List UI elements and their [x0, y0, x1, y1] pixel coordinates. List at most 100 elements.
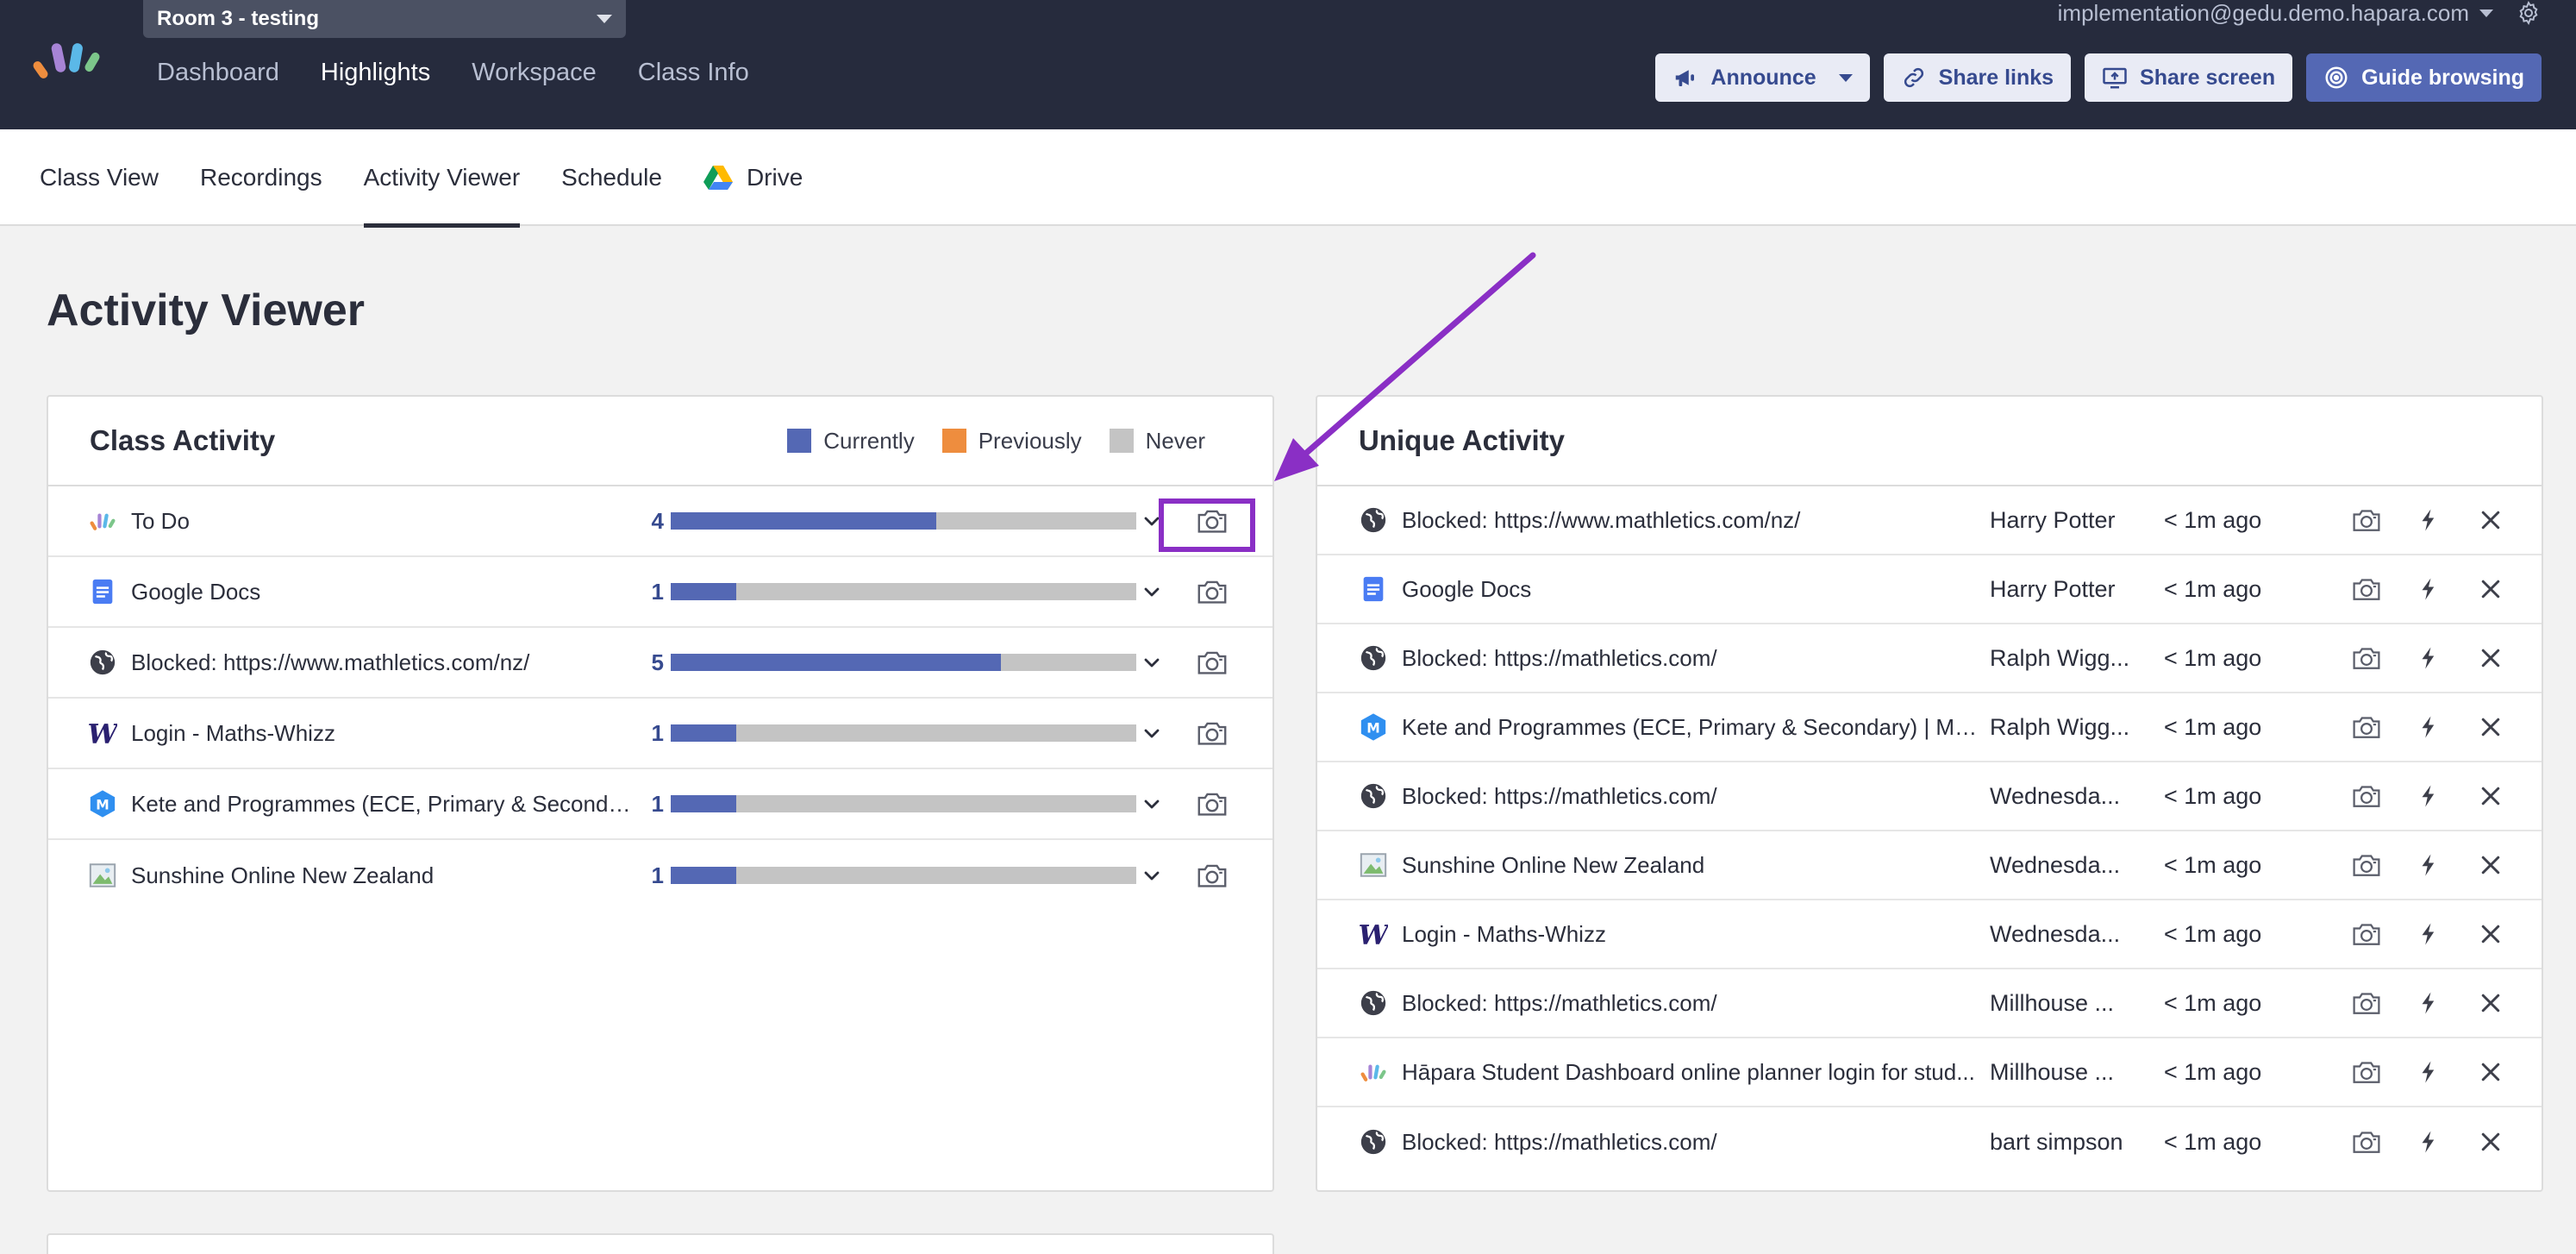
unique-activity-row: Hāpara Student Dashboard online planner … [1317, 1038, 2542, 1107]
lightning-icon[interactable] [2414, 852, 2443, 878]
close-icon[interactable] [2476, 645, 2505, 671]
announce-button[interactable]: Announce [1655, 53, 1870, 102]
activity-label: Google Docs [131, 578, 261, 605]
close-icon[interactable] [2476, 783, 2505, 809]
student-name: Wednesda... [1990, 851, 2121, 878]
chevron-down-icon [2479, 9, 2493, 17]
nav-dashboard[interactable]: Dashboard [157, 59, 279, 87]
close-icon[interactable] [2476, 990, 2505, 1016]
chevron-down-icon[interactable] [1136, 723, 1162, 743]
svg-text:W: W [1359, 919, 1388, 949]
activity-label[interactable]: Login - Maths-Whizz [1402, 921, 1985, 948]
camera-icon[interactable] [1195, 861, 1229, 890]
camera-icon[interactable] [2352, 645, 2381, 671]
gear-icon[interactable] [2516, 0, 2542, 26]
tab-drive[interactable]: Drive [703, 129, 803, 226]
lightning-icon[interactable] [2414, 921, 2443, 947]
row-actions [2352, 783, 2505, 809]
nav-class-info[interactable]: Class Info [638, 59, 749, 87]
nav-highlights[interactable]: Highlights [321, 59, 430, 87]
activity-label[interactable]: Kete and Programmes (ECE, Primary & Seco… [1402, 714, 1985, 741]
close-icon[interactable] [2476, 921, 2505, 947]
class-activity-row[interactable]: Blocked: https://www.mathletics.com/nz/5 [48, 628, 1272, 699]
lightning-icon[interactable] [2414, 645, 2443, 671]
close-icon[interactable] [2476, 1059, 2505, 1085]
tab-schedule[interactable]: Schedule [561, 129, 662, 226]
page-title: Activity Viewer [47, 285, 366, 335]
camera-icon[interactable] [2352, 507, 2381, 533]
hapara-logo-icon[interactable] [31, 38, 103, 81]
activity-label: Sunshine Online New Zealand [131, 862, 435, 888]
activity-label[interactable]: Blocked: https://mathletics.com/ [1402, 990, 1985, 1017]
tab-class-view[interactable]: Class View [40, 129, 159, 226]
class-activity-row[interactable]: Sunshine Online New Zealand 1 [48, 840, 1272, 911]
tab-recordings[interactable]: Recordings [200, 129, 322, 226]
camera-icon[interactable] [2352, 1129, 2381, 1155]
class-activity-row[interactable]: To Do 4 [48, 486, 1272, 557]
class-activity-card: Class Activity Currently Previously Neve… [47, 395, 1274, 1192]
student-count[interactable]: 4 [643, 508, 664, 535]
lightning-icon[interactable] [2414, 990, 2443, 1016]
top-header: Room 3 - testing Dashboard Highlights Wo… [0, 0, 2576, 129]
activity-label[interactable]: Blocked: https://www.mathletics.com/nz/ [1402, 507, 1985, 534]
close-icon[interactable] [2476, 507, 2505, 533]
activity-label[interactable]: Blocked: https://mathletics.com/ [1402, 783, 1985, 810]
camera-icon[interactable] [2352, 783, 2381, 809]
chevron-down-icon[interactable] [1136, 865, 1162, 886]
camera-icon[interactable] [2352, 990, 2381, 1016]
hapara-logo-icon [88, 506, 117, 536]
close-icon[interactable] [2476, 852, 2505, 878]
activity-label[interactable]: Google Docs [1402, 576, 1985, 603]
class-activity-row[interactable]: W Login - Maths-Whizz 1 [48, 699, 1272, 769]
lightning-icon[interactable] [2414, 507, 2443, 533]
close-icon[interactable] [2476, 576, 2505, 602]
activity-label[interactable]: Sunshine Online New Zealand [1402, 852, 1985, 879]
share-screen-button[interactable]: Share screen [2085, 53, 2293, 102]
camera-icon[interactable] [1195, 718, 1229, 748]
lightning-icon[interactable] [2414, 576, 2443, 602]
class-activity-row[interactable]: Google Docs 1 [48, 557, 1272, 628]
target-icon [2325, 66, 2348, 89]
chevron-down-icon[interactable] [1136, 652, 1162, 673]
chevron-down-icon[interactable] [1136, 581, 1162, 602]
tab-activity-viewer[interactable]: Activity Viewer [363, 129, 520, 228]
globe-icon [1359, 643, 1388, 673]
share-links-button[interactable]: Share links [1883, 53, 2072, 102]
room-select[interactable]: Room 3 - testing [143, 0, 626, 38]
camera-icon[interactable] [2352, 852, 2381, 878]
lightning-icon[interactable] [2414, 1059, 2443, 1085]
activity-label[interactable]: Blocked: https://mathletics.com/ [1402, 1129, 1985, 1156]
student-count[interactable]: 1 [643, 862, 664, 889]
camera-icon[interactable] [2352, 576, 2381, 602]
activity-label: Login - Maths-Whizz [131, 719, 335, 746]
lightning-icon[interactable] [2414, 1129, 2443, 1155]
camera-icon[interactable] [1195, 577, 1229, 606]
student-count[interactable]: 5 [643, 649, 664, 676]
row-actions [2352, 645, 2505, 671]
unique-activity-row: Blocked: https://mathletics.com/Ralph Wi… [1317, 624, 2542, 693]
close-icon[interactable] [2476, 1129, 2505, 1155]
activity-time: < 1m ago [2164, 920, 2262, 947]
student-name: Ralph Wigg... [1990, 644, 2130, 671]
unique-activity-row: Google Docs Harry Potter < 1m ago [1317, 555, 2542, 624]
camera-icon[interactable] [2352, 921, 2381, 947]
unique-activity-row: W Login - Maths-Whizz Wednesda... < 1m ago [1317, 900, 2542, 969]
camera-icon[interactable] [1195, 648, 1229, 677]
student-count[interactable]: 1 [643, 579, 664, 605]
lightning-icon[interactable] [2414, 783, 2443, 809]
nav-workspace[interactable]: Workspace [472, 59, 597, 87]
user-menu[interactable]: implementation@gedu.demo.hapara.com [2058, 0, 2493, 27]
student-count[interactable]: 1 [643, 791, 664, 818]
camera-icon[interactable] [2352, 1059, 2381, 1085]
row-actions [2352, 576, 2505, 602]
close-icon[interactable] [2476, 714, 2505, 740]
class-activity-row[interactable]: M Kete and Programmes (ECE, Primary & Sec… [48, 769, 1272, 840]
chevron-down-icon[interactable] [1136, 793, 1162, 814]
activity-label[interactable]: Hāpara Student Dashboard online planner … [1402, 1059, 1985, 1086]
student-count[interactable]: 1 [643, 720, 664, 747]
camera-icon[interactable] [2352, 714, 2381, 740]
lightning-icon[interactable] [2414, 714, 2443, 740]
guide-browsing-button[interactable]: Guide browsing [2306, 53, 2542, 102]
camera-icon[interactable] [1195, 789, 1229, 818]
activity-label[interactable]: Blocked: https://mathletics.com/ [1402, 645, 1985, 672]
